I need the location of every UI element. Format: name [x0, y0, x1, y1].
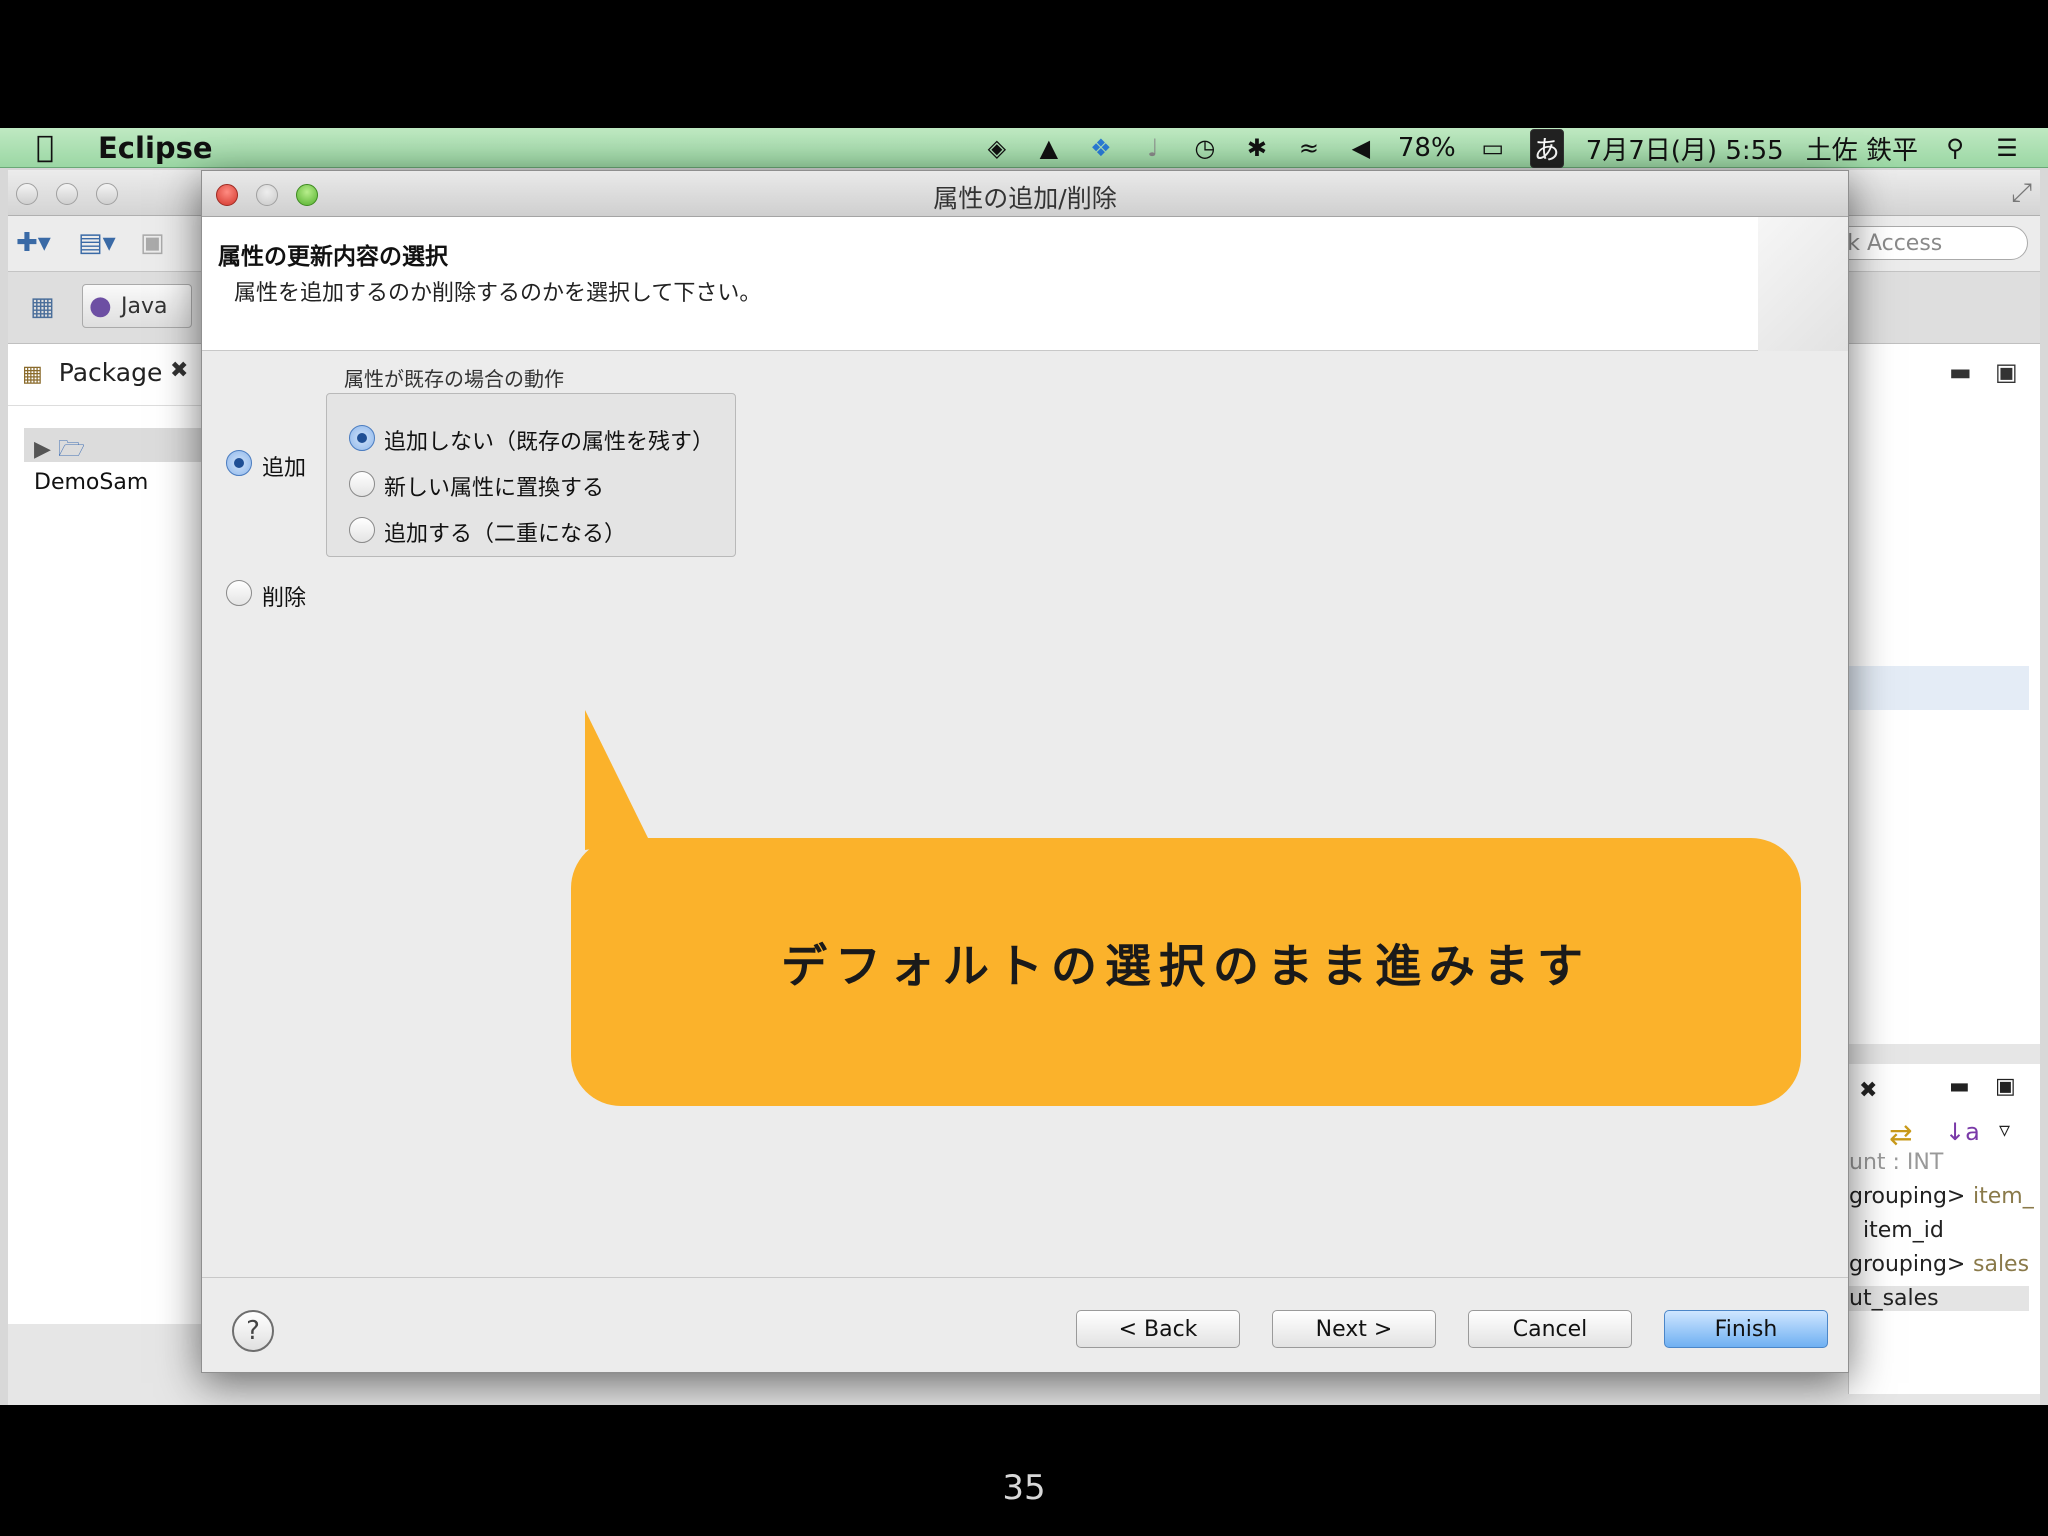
new-icon[interactable]: ✚▾ — [16, 228, 51, 258]
package-explorer: ▦ Package ✖ ▶ 🗁 DemoSam — [8, 344, 208, 1324]
radio-duplicate[interactable] — [349, 517, 375, 543]
minimize-icon[interactable]: ▬ — [1949, 1074, 1970, 1099]
java-perspective-icon: ● — [89, 291, 112, 321]
close-icon[interactable]: ✖ — [1859, 1078, 1877, 1103]
maximize-icon[interactable]: ▣ — [1995, 1074, 2016, 1099]
close-icon[interactable]: ✖ — [170, 358, 188, 383]
dialog-title: 属性の追加/削除 — [933, 184, 1117, 213]
fullscreen-icon[interactable]: ⤢ — [2011, 178, 2032, 209]
new-package-icon[interactable]: ▤▾ — [78, 228, 116, 258]
sort-icon[interactable]: ↓a — [1945, 1118, 1980, 1146]
next-button[interactable]: Next > — [1272, 1310, 1436, 1348]
outline-view-bottom: ✖ ▬ ▣ ⇄ ↓a ▿ unt : INT grouping> item_ i… — [1848, 1064, 2040, 1394]
selected-row[interactable] — [1849, 666, 2029, 710]
status-area: ◈ ▲ ❖ ♩ ◷ ✱ ≈ ◀ 78% ▭ あ 7月7日(月) 5:55 土佐 … — [982, 128, 2022, 168]
save-icon[interactable]: ▣ — [140, 228, 165, 258]
eclipse-close-button[interactable] — [16, 183, 38, 205]
volume-icon[interactable]: ◀ — [1346, 134, 1376, 162]
group-title: 属性が既存の場合の動作 — [344, 367, 564, 391]
open-perspective-icon[interactable]: ▦ — [30, 292, 55, 322]
clock[interactable]: 7月7日(月) 5:55 — [1586, 130, 1784, 167]
page-number: 35 — [1002, 1468, 1046, 1508]
dialog-header-description: 属性を追加するのか削除するのかを選択して下さい。 — [234, 281, 762, 306]
dialog-footer: ? < Back Next > Cancel Finish — [202, 1277, 1848, 1373]
view-menu-icon[interactable]: ▿ — [1999, 1118, 2010, 1143]
outline-row-detail: item_ — [1973, 1184, 2034, 1209]
dialog-header-title: 属性の更新内容の選択 — [218, 244, 448, 270]
eclipse-zoom-button[interactable] — [96, 183, 118, 205]
radio-delete[interactable] — [226, 580, 252, 606]
dialog-zoom-button[interactable] — [296, 184, 318, 206]
folder-icon: 🗁 — [57, 437, 86, 462]
bluetooth-icon[interactable]: ✱ — [1242, 134, 1272, 162]
dialog-minimize-button[interactable] — [256, 184, 278, 206]
outline-row[interactable]: ut_sales — [1849, 1286, 2029, 1311]
radio-add[interactable] — [226, 450, 252, 476]
radio-duplicate-label[interactable]: 追加する（二重になる） — [384, 516, 626, 548]
menu-bar:  Eclipse ◈ ▲ ❖ ♩ ◷ ✱ ≈ ◀ 78% ▭ あ 7月7日(月… — [0, 128, 2048, 168]
attribute-dialog: 属性の追加/削除 属性の更新内容の選択 属性を追加するのか削除するのかを選択して… — [201, 170, 1849, 1373]
cancel-button[interactable]: Cancel — [1468, 1310, 1632, 1348]
outline-row[interactable]: item_id — [1863, 1218, 1944, 1243]
link-with-editor-icon[interactable]: ⇄ — [1889, 1118, 1912, 1151]
tree-item-project[interactable]: ▶ 🗁 DemoSam — [24, 428, 204, 495]
dialog-header: 属性の更新内容の選択 属性を追加するのか削除するのかを選択して下さい。 — [202, 217, 1848, 351]
outline-row[interactable]: grouping> — [1849, 1252, 1965, 1277]
package-explorer-icon: ▦ — [22, 362, 43, 387]
wifi-icon[interactable]: ≈ — [1294, 134, 1324, 162]
radio-keep-existing-label[interactable]: 追加しない（既存の属性を残す） — [384, 424, 714, 456]
java-perspective-label: Java — [121, 294, 168, 319]
screenshot:  Eclipse ◈ ▲ ❖ ♩ ◷ ✱ ≈ ◀ 78% ▭ あ 7月7日(月… — [0, 128, 2048, 1405]
package-explorer-label: Package — [58, 358, 163, 387]
tree-item-label: DemoSam — [34, 470, 149, 495]
drive-icon[interactable]: ▲ — [1034, 134, 1064, 162]
outline-view-top: ▬ ▣ — [1848, 344, 2040, 1044]
callout-bubble: デフォルトの選択のまま進みます — [571, 838, 1801, 1106]
apple-icon[interactable]:  — [36, 130, 80, 165]
callout-text: デフォルトの選択のまま進みます — [781, 939, 1591, 993]
help-icon[interactable]: ? — [232, 1310, 274, 1352]
input-method-icon[interactable]: あ — [1529, 128, 1564, 168]
header-banner-image — [1758, 217, 1848, 351]
radio-replace-label[interactable]: 新しい属性に置換する — [384, 470, 604, 502]
time-machine-icon[interactable]: ◷ — [1190, 134, 1220, 162]
notification-center-icon[interactable]: ☰ — [1992, 134, 2022, 162]
radio-add-label[interactable]: 追加 — [262, 450, 306, 482]
back-button[interactable]: < Back — [1076, 1310, 1240, 1348]
dialog-close-button[interactable] — [216, 184, 238, 206]
radio-keep-existing[interactable] — [349, 425, 375, 451]
evernote-icon[interactable]: ◈ — [982, 134, 1012, 162]
spotlight-icon[interactable]: ⚲ — [1940, 134, 1970, 162]
outline-row-detail: sales — [1973, 1252, 2030, 1277]
app-menu-eclipse[interactable]: Eclipse — [98, 131, 213, 165]
notification-icon[interactable]: ♩ — [1138, 134, 1168, 162]
maximize-icon[interactable]: ▣ — [1995, 358, 2018, 386]
package-explorer-tab[interactable]: ▦ Package ✖ — [8, 344, 207, 406]
outline-row[interactable]: grouping> — [1849, 1184, 1965, 1209]
minimize-icon[interactable]: ▬ — [1949, 358, 1972, 386]
expand-arrow-icon[interactable]: ▶ — [34, 437, 51, 462]
radio-delete-label[interactable]: 削除 — [262, 580, 306, 612]
battery-percent[interactable]: 78% — [1398, 133, 1456, 163]
user-name[interactable]: 土佐 鉄平 — [1806, 130, 1918, 167]
radio-replace[interactable] — [349, 471, 375, 497]
battery-icon[interactable]: ▭ — [1478, 134, 1508, 162]
outline-row[interactable]: unt : INT — [1849, 1150, 1943, 1175]
java-perspective-button[interactable]: ● Java — [82, 284, 192, 328]
dropbox-icon[interactable]: ❖ — [1086, 134, 1116, 162]
finish-button[interactable]: Finish — [1664, 1310, 1828, 1348]
dialog-titlebar: 属性の追加/削除 — [202, 171, 1848, 217]
eclipse-minimize-button[interactable] — [56, 183, 78, 205]
